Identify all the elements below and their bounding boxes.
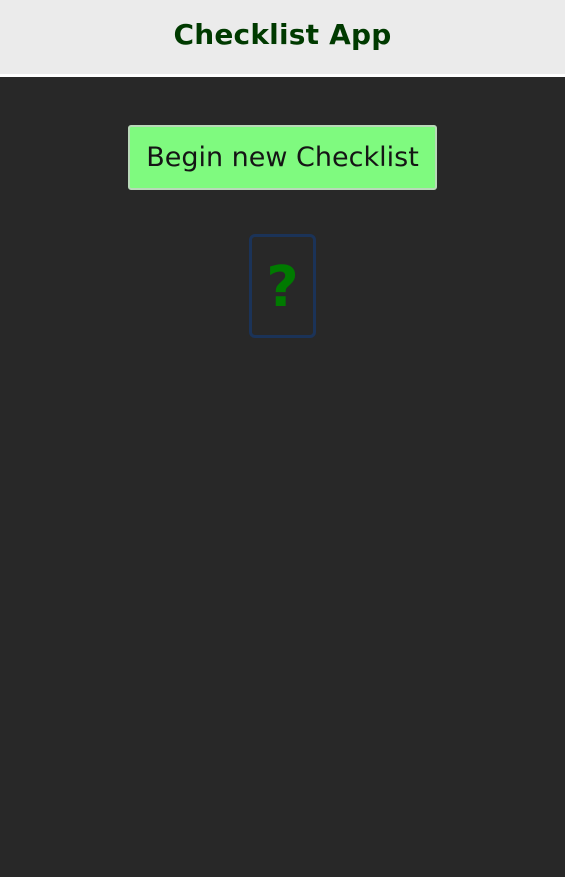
question-mark-icon: ? [266,255,299,320]
help-button[interactable]: ? [249,234,316,338]
begin-new-checklist-button[interactable]: Begin new Checklist [128,125,437,190]
app-header: Checklist App [0,0,565,74]
main-content: Begin new Checklist ? [0,77,565,877]
app-title: Checklist App [173,17,392,51]
